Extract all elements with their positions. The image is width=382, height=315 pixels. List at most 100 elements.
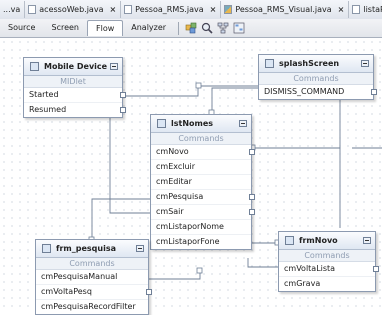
tab-pessoa-rms[interactable]: Pessoa_RMS.java ×	[121, 1, 222, 18]
node-lst-nomes[interactable]: lstNomes Commands cmNovo cmExcluir cmEdi…	[150, 114, 255, 250]
connector-pin[interactable]	[371, 89, 377, 95]
zoom-icon-glyph	[201, 22, 213, 34]
node-frm-pesquisa[interactable]: frm_pesquisa Commands cmPesquisaManual c…	[35, 239, 152, 315]
node-section-header: Commands	[259, 73, 373, 85]
view-screen-tab[interactable]: Screen	[43, 20, 87, 36]
node-title: frm_pesquisa	[56, 244, 116, 253]
node-splash-screen[interactable]: splashScreen Commands DISMISS_COMMAND	[258, 54, 377, 100]
flow-canvas[interactable]: Mobile Device MIDlet Started Resumed spl…	[0, 38, 382, 315]
mobile-device-icon	[30, 62, 39, 71]
row-label: cmListaporFone	[156, 237, 220, 246]
minimize-icon[interactable]	[239, 120, 247, 127]
connector-pin[interactable]	[373, 266, 379, 272]
close-icon[interactable]: ×	[109, 5, 116, 14]
row-label: cmSair	[156, 207, 184, 216]
connector-pin[interactable]	[249, 149, 255, 155]
tab-label: Pessoa_RMS.java	[135, 5, 204, 14]
tab-label: acessoWeb.java	[39, 5, 104, 14]
java-file-icon	[352, 5, 361, 14]
connector-pin[interactable]	[120, 92, 126, 98]
view-flow-tab[interactable]: Flow	[87, 20, 124, 36]
row-label: Resumed	[29, 105, 67, 114]
row-label: cmListaporNome	[156, 222, 224, 231]
node-row-resumed[interactable]: Resumed	[24, 103, 126, 117]
node-title: frmNovo	[299, 236, 338, 245]
node-row-cmsair[interactable]: cmSair	[151, 205, 255, 220]
tab-label: listaPessoa...	[363, 5, 382, 14]
node-row-cmexcluir[interactable]: cmExcluir	[151, 160, 251, 175]
node-section-header: Commands	[36, 258, 148, 270]
minimize-icon[interactable]	[361, 60, 369, 67]
node-row-cmpesquisamanual[interactable]: cmPesquisaManual	[36, 270, 148, 285]
wire-cmpesquisa-to-frmpesquisa	[91, 198, 150, 240]
toolbar-separator	[178, 21, 180, 35]
row-label: cmExcluir	[156, 162, 196, 171]
tab-acessoweb[interactable]: acessoWeb.java ×	[25, 1, 122, 18]
editor-tab-strip: ...va acessoWeb.java × Pessoa_RMS.java ×…	[0, 0, 382, 20]
overview-icon-glyph	[233, 22, 245, 34]
wire-voltalista-to-lstnomes	[247, 258, 278, 268]
node-header[interactable]: Mobile Device	[24, 58, 122, 76]
close-icon[interactable]: ×	[210, 5, 217, 14]
node-row-started[interactable]: Started	[24, 88, 126, 103]
zoom-icon[interactable]	[201, 22, 213, 34]
mvc-file-icon	[224, 5, 233, 14]
overview-icon[interactable]	[233, 22, 245, 34]
form-icon	[42, 244, 51, 253]
node-header[interactable]: frmNovo	[279, 232, 375, 250]
row-label: cmPesquisaManual	[41, 272, 118, 281]
connector-pin[interactable]	[249, 194, 255, 200]
row-label: Started	[29, 90, 59, 99]
node-row-cmvoltapesq[interactable]: cmVoltaPesq	[36, 285, 152, 300]
connector-pin[interactable]	[146, 289, 152, 295]
palette-icon-glyph	[185, 22, 197, 34]
node-frm-novo[interactable]: frmNovo Commands cmVoltaLista cmGrava	[278, 231, 379, 292]
wire-started-to-splash	[122, 85, 258, 97]
wire-pin	[195, 82, 202, 89]
tab-label: Pessoa_RMS_Visual.java	[235, 5, 332, 14]
row-label: cmVoltaPesq	[41, 287, 92, 296]
wire-splash-to-lstnomes	[211, 87, 258, 113]
close-icon[interactable]: ×	[338, 5, 345, 14]
connector-pin[interactable]	[120, 107, 126, 113]
node-row-cmnovo[interactable]: cmNovo	[151, 145, 255, 160]
list-icon	[157, 119, 166, 128]
minimize-icon[interactable]	[110, 63, 118, 70]
view-toolbar: Source Screen Flow Analyzer	[0, 19, 382, 38]
node-header[interactable]: lstNomes	[151, 115, 251, 133]
node-row-cmvoltalista[interactable]: cmVoltaLista	[279, 262, 379, 277]
node-section-header: Commands	[279, 250, 375, 262]
node-title: lstNomes	[171, 119, 214, 128]
node-mobile-device[interactable]: Mobile Device MIDlet Started Resumed	[23, 57, 126, 118]
tab-truncated[interactable]: ...va	[0, 1, 26, 18]
minimize-icon[interactable]	[136, 245, 144, 252]
row-label: cmGrava	[284, 279, 321, 288]
connector-pin[interactable]	[249, 209, 255, 215]
node-row-cmgrava[interactable]: cmGrava	[279, 277, 375, 291]
node-header[interactable]: splashScreen	[259, 55, 373, 73]
node-row-cmeditar[interactable]: cmEditar	[151, 175, 251, 190]
screen-icon	[265, 59, 274, 68]
node-row-cmpesquisarecordfilter[interactable]: cmPesquisaRecordFilter	[36, 300, 148, 314]
layout-icon-glyph	[217, 22, 229, 34]
node-header[interactable]: frm_pesquisa	[36, 240, 148, 258]
node-section-header: Commands	[151, 133, 251, 145]
row-label: cmNovo	[156, 147, 189, 156]
node-row-cmlistaporfone[interactable]: cmListaporFone	[151, 235, 251, 249]
view-source-tab[interactable]: Source	[0, 20, 43, 36]
view-analyzer-tab[interactable]: Analyzer	[123, 20, 174, 36]
row-label: cmPesquisa	[156, 192, 204, 201]
tab-listapessoa[interactable]: listaPessoa...	[349, 1, 382, 18]
node-row-cmlistapornome[interactable]: cmListaporNome	[151, 220, 251, 235]
layout-icon[interactable]	[217, 22, 229, 34]
minimize-icon[interactable]	[363, 237, 371, 244]
tab-pessoa-rms-visual[interactable]: Pessoa_RMS_Visual.java ×	[221, 1, 350, 18]
palette-icon[interactable]	[185, 22, 197, 34]
row-label: cmVoltaLista	[284, 264, 336, 273]
row-label: cmEditar	[156, 177, 192, 186]
node-row-dismiss-command[interactable]: DISMISS_COMMAND	[259, 85, 377, 99]
tab-label: ...va	[3, 5, 21, 14]
wire-cmnovo-to-frmnovo	[252, 147, 341, 228]
node-row-cmpesquisa[interactable]: cmPesquisa	[151, 190, 255, 205]
node-title: splashScreen	[279, 59, 340, 68]
